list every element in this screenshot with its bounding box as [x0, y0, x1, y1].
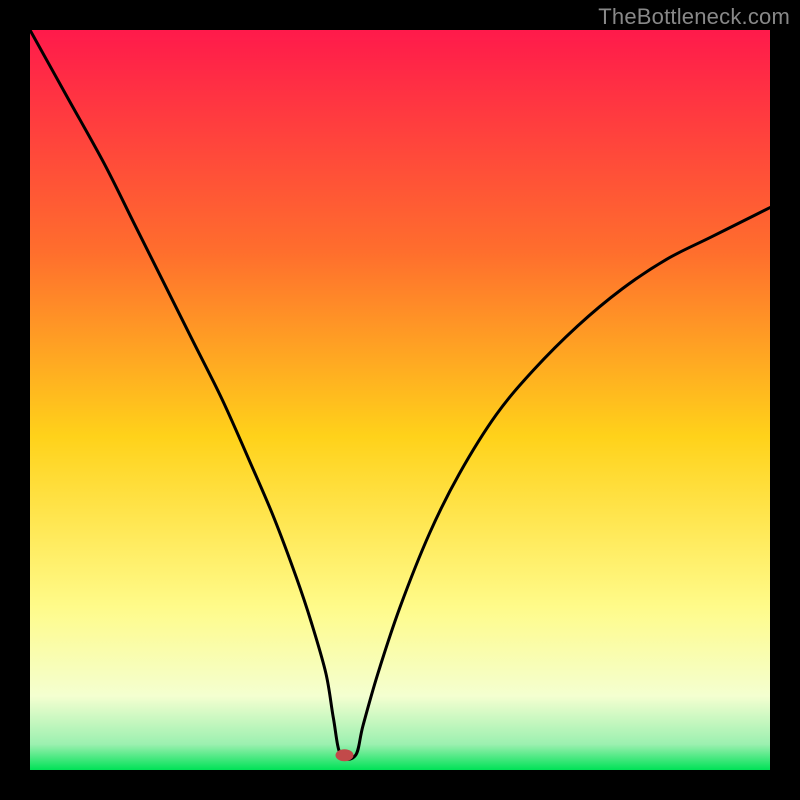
minimum-marker [336, 749, 354, 761]
plot-area [30, 30, 770, 770]
chart-frame: TheBottleneck.com [0, 0, 800, 800]
gradient-background [30, 30, 770, 770]
chart-svg [30, 30, 770, 770]
watermark-text: TheBottleneck.com [598, 4, 790, 30]
